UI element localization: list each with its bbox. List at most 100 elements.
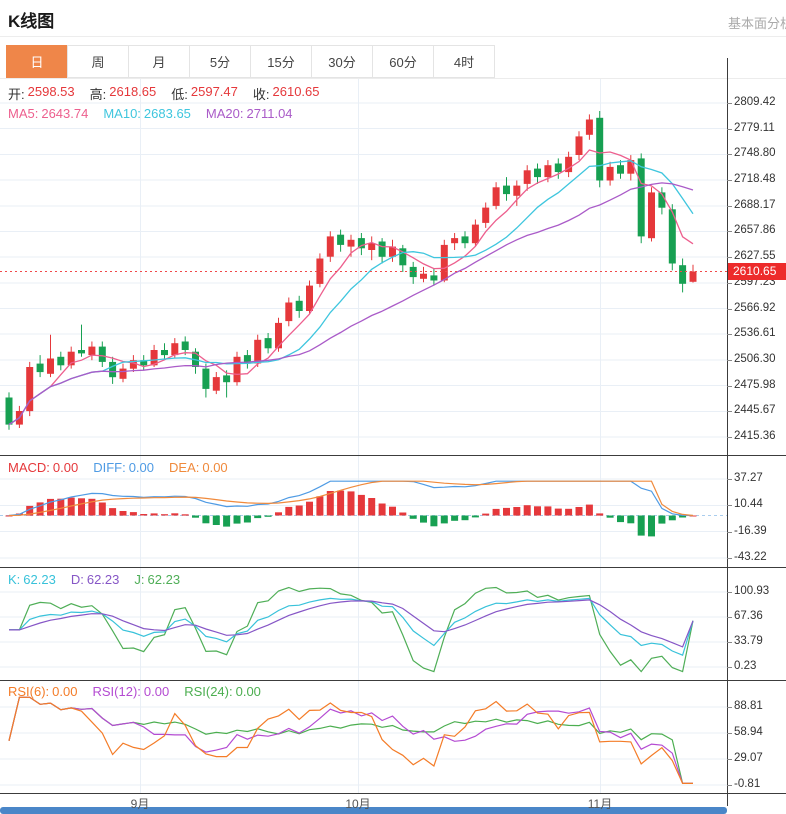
d-label: D: <box>71 572 84 587</box>
rsi24-label: RSI(24): <box>184 684 232 699</box>
high-label: 高: <box>90 84 107 103</box>
y-axis-label: 2688.17 <box>734 199 776 211</box>
y-axis-label: 33.79 <box>734 635 763 647</box>
y-axis-tick <box>727 180 732 181</box>
diff-label: DIFF: <box>93 460 126 475</box>
y-axis-label: 2566.92 <box>734 302 776 314</box>
y-axis-label: -43.22 <box>734 551 767 563</box>
y-axis-label: 2475.98 <box>734 379 776 391</box>
rsi12-label: RSI(12): <box>92 684 140 699</box>
tab-5分[interactable]: 5分 <box>189 45 251 78</box>
y-axis-tick <box>727 592 732 593</box>
k-value: 62.23 <box>23 572 56 587</box>
y-axis-tick <box>727 154 732 155</box>
ma5-value: 2643.74 <box>41 106 88 121</box>
x-axis-label: 9月 <box>131 795 150 812</box>
low-value: 2597.47 <box>191 84 238 103</box>
y-axis-label: 2657.86 <box>734 224 776 236</box>
tab-月[interactable]: 月 <box>128 45 190 78</box>
panel-divider <box>0 567 786 568</box>
y-axis-label: 2779.11 <box>734 122 775 134</box>
rsi6-label: RSI(6): <box>8 684 49 699</box>
y-axis-tick <box>727 206 732 207</box>
rsi12-value: 0.00 <box>144 684 169 699</box>
current-price-tag: 2610.65 <box>728 263 786 280</box>
close-value: 2610.65 <box>273 84 320 103</box>
panel-divider <box>0 455 786 456</box>
j-label: J: <box>134 572 144 587</box>
panel-divider <box>0 680 786 681</box>
y-axis-label: 29.07 <box>734 752 763 764</box>
panel-divider <box>0 793 786 794</box>
y-axis-tick <box>727 283 732 284</box>
y-axis-label: 0.23 <box>734 660 756 672</box>
y-axis-label: 2506.30 <box>734 353 776 365</box>
low-label: 低: <box>171 84 188 103</box>
kdj-legend: K:62.23 D:62.23 J:62.23 <box>8 572 180 587</box>
rsi-legend: RSI(6):0.00 RSI(12):0.00 RSI(24):0.00 <box>8 684 261 699</box>
y-axis-tick <box>727 759 732 760</box>
open-label: 开: <box>8 84 25 103</box>
y-axis-label: 2445.67 <box>734 404 776 416</box>
main-candlestick-chart[interactable] <box>0 79 727 455</box>
diff-value: 0.00 <box>129 460 154 475</box>
y-axis-tick <box>727 437 732 438</box>
y-axis-label: -0.81 <box>734 778 760 790</box>
tab-15分[interactable]: 15分 <box>250 45 312 78</box>
ma10-label: MA10: <box>103 106 141 121</box>
tab-30分[interactable]: 30分 <box>311 45 373 78</box>
y-axis-tick <box>727 334 732 335</box>
y-axis-label: -16.39 <box>734 525 767 537</box>
open-value: 2598.53 <box>28 84 75 103</box>
tab-日[interactable]: 日 <box>6 45 68 78</box>
y-axis-label: 2536.61 <box>734 327 776 339</box>
y-axis-tick <box>727 707 732 708</box>
macd-legend: MACD:0.00 DIFF:0.00 DEA:0.00 <box>8 460 228 475</box>
k-label: K: <box>8 572 20 587</box>
y-axis-label: 10.44 <box>734 498 763 510</box>
header-divider <box>0 36 786 37</box>
y-axis-label: 2809.42 <box>734 96 776 108</box>
y-axis-tick <box>727 558 732 559</box>
y-axis-tick <box>727 479 732 480</box>
y-axis-tick <box>727 532 732 533</box>
dea-value: 0.00 <box>202 460 227 475</box>
tab-60分[interactable]: 60分 <box>372 45 434 78</box>
y-axis-tick <box>727 386 732 387</box>
y-axis-tick <box>727 642 732 643</box>
x-axis-label: 10月 <box>345 795 370 812</box>
y-axis-label: 2748.80 <box>734 147 776 159</box>
high-value: 2618.65 <box>109 84 156 103</box>
y-axis-label: 2718.48 <box>734 173 776 185</box>
tab-周[interactable]: 周 <box>67 45 129 78</box>
y-axis-tick <box>727 785 732 786</box>
dea-label: DEA: <box>169 460 199 475</box>
macd-value: 0.00 <box>53 460 78 475</box>
close-label: 收: <box>253 84 270 103</box>
y-axis-label: 37.27 <box>734 472 763 484</box>
period-tabbar: 日周月5分15分30分60分4时 <box>6 45 495 78</box>
ma5-label: MA5: <box>8 106 38 121</box>
kline-app: K线图 基本面分析 日周月5分15分30分60分4时 开:2598.53 高:2… <box>0 0 786 814</box>
y-axis-tick <box>727 309 732 310</box>
d-value: 62.23 <box>87 572 120 587</box>
y-axis-tick <box>727 360 732 361</box>
y-axis-label: 58.94 <box>734 726 763 738</box>
ma-legend: MA5:2643.74 MA10:2683.65 MA20:2711.04 <box>8 106 293 121</box>
macd-label: MACD: <box>8 460 50 475</box>
x-axis-label: 11月 <box>588 795 612 812</box>
y-axis-label: 67.36 <box>734 610 763 622</box>
ma20-label: MA20: <box>206 106 244 121</box>
y-axis-tick <box>727 103 732 104</box>
y-axis-label: 88.81 <box>734 700 763 712</box>
fundamental-analysis-link[interactable]: 基本面分析 <box>728 13 786 32</box>
tab-4时[interactable]: 4时 <box>433 45 495 78</box>
y-axis-label: 2415.36 <box>734 430 776 442</box>
y-axis-tick <box>727 505 732 506</box>
rsi6-value: 0.00 <box>52 684 77 699</box>
ohlc-legend: 开:2598.53 高:2618.65 低:2597.47 收:2610.65 <box>8 84 320 103</box>
y-axis-label: 2627.55 <box>734 250 776 262</box>
ma10-value: 2683.65 <box>144 106 191 121</box>
y-axis-tick <box>727 129 732 130</box>
price-axis-line <box>727 58 728 806</box>
